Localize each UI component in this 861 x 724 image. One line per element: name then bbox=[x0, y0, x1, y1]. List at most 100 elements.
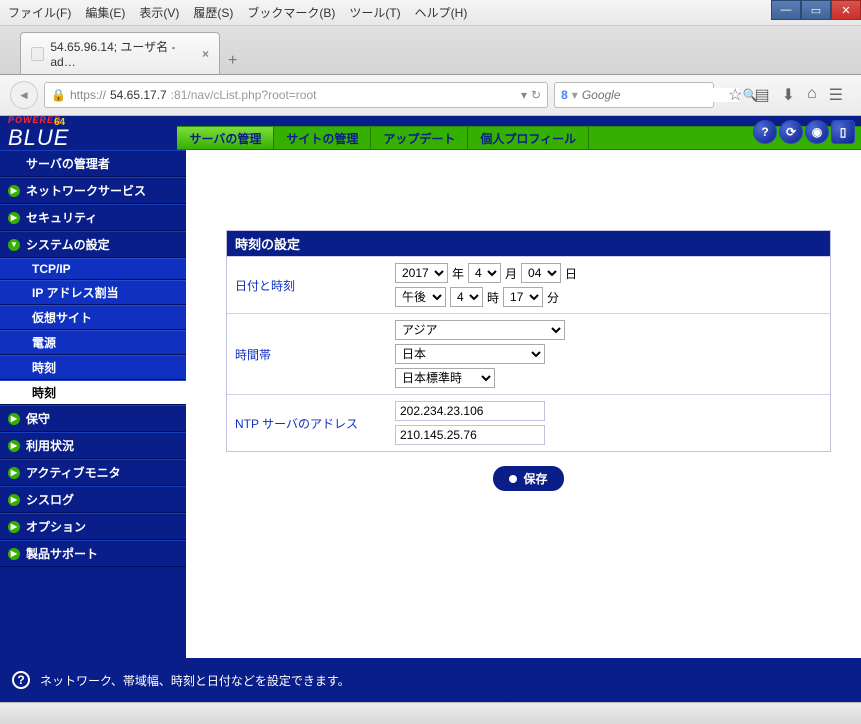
back-button[interactable]: ◄ bbox=[10, 81, 38, 109]
month-suffix: 月 bbox=[505, 265, 517, 282]
help-icon[interactable]: ? bbox=[753, 120, 777, 144]
url-input[interactable] bbox=[171, 88, 517, 102]
save-label: 保存 bbox=[523, 470, 547, 487]
chevron-right-icon: ▶ bbox=[8, 548, 20, 560]
status-text: ネットワーク、帯域幅、時刻と日付などを設定できます。 bbox=[40, 672, 350, 689]
lock-icon: 🔒 bbox=[51, 88, 66, 102]
window-maximize-button[interactable]: ▭ bbox=[801, 0, 831, 20]
sidebar-item-server-admin[interactable]: サーバの管理者 bbox=[0, 150, 186, 177]
day-suffix: 日 bbox=[565, 265, 577, 282]
chevron-right-icon: ▶ bbox=[8, 212, 20, 224]
sidebar-item-support[interactable]: ▶製品サポート bbox=[0, 540, 186, 567]
tab-profile[interactable]: 個人プロフィール bbox=[468, 127, 589, 149]
year-select[interactable]: 2017 bbox=[395, 263, 448, 283]
bookmark-star-icon[interactable]: ☆ bbox=[728, 85, 742, 105]
dropdown-icon[interactable]: ▾ bbox=[521, 88, 527, 102]
sidebar-sub-ip-assign[interactable]: IP アドレス割当 bbox=[0, 280, 186, 305]
menu-tools[interactable]: ツール(T) bbox=[349, 4, 400, 21]
sidebar-sub-tcpip[interactable]: TCP/IP bbox=[0, 258, 186, 280]
sidebar-sub-time-active[interactable]: 時刻 bbox=[0, 380, 186, 405]
sidebar-item-security[interactable]: ▶セキュリティ bbox=[0, 204, 186, 231]
chevron-down-icon: ▼ bbox=[8, 239, 20, 251]
tab-favicon bbox=[31, 47, 44, 61]
google-icon: 8 bbox=[561, 88, 568, 102]
browser-tab-strip: 54.65.96.14; ユーザ名 - ad… × + bbox=[0, 26, 861, 75]
sidebar-item-syslog[interactable]: ▶シスログ bbox=[0, 486, 186, 513]
url-scheme: https:// bbox=[70, 88, 106, 102]
downloads-icon[interactable]: ⬇ bbox=[782, 85, 795, 105]
ntp-server-1[interactable]: 202.234.23.106 bbox=[395, 401, 545, 421]
label-datetime: 日付と時刻 bbox=[227, 257, 387, 313]
app-frame: POWERED BLUE 64 サーバの管理 サイトの管理 アップデート 個人プ… bbox=[0, 116, 861, 702]
browser-nav-toolbar: ◄ 🔒 https:// 54.65.17.7 ▾ ↻ 8 ▾ 🔍 ☆ ▤ ⬇ … bbox=[0, 75, 861, 116]
logo-blue-text: BLUE bbox=[8, 125, 69, 151]
sidebar-sub-power[interactable]: 電源 bbox=[0, 330, 186, 355]
browser-tab[interactable]: 54.65.96.14; ユーザ名 - ad… × bbox=[20, 32, 220, 74]
chevron-right-icon: ▶ bbox=[8, 521, 20, 533]
sidebar-item-network[interactable]: ▶ネットワークサービス bbox=[0, 177, 186, 204]
label-timezone: 時間帯 bbox=[227, 314, 387, 394]
window-close-button[interactable]: ✕ bbox=[831, 0, 861, 20]
hour-select[interactable]: 4 bbox=[450, 287, 483, 307]
year-suffix: 年 bbox=[452, 265, 464, 282]
menu-file[interactable]: ファイル(F) bbox=[8, 4, 71, 21]
url-bar[interactable]: 🔒 https:// 54.65.17.7 ▾ ↻ bbox=[44, 82, 548, 108]
search-box[interactable]: 8 ▾ 🔍 bbox=[554, 82, 714, 108]
minute-suffix: 分 bbox=[547, 289, 559, 306]
ntp-server-2[interactable]: 210.145.25.76 bbox=[395, 425, 545, 445]
view-icon[interactable]: ◉ bbox=[805, 120, 829, 144]
chevron-right-icon: ▶ bbox=[8, 440, 20, 452]
menu-history[interactable]: 履歴(S) bbox=[193, 4, 233, 21]
window-minimize-button[interactable]: — bbox=[771, 0, 801, 20]
logout-icon[interactable]: ▯ bbox=[831, 120, 855, 144]
hour-suffix: 時 bbox=[487, 289, 499, 306]
ampm-select[interactable]: 午後 bbox=[395, 287, 446, 307]
tab-site-admin[interactable]: サイトの管理 bbox=[274, 127, 371, 149]
app-header: POWERED BLUE 64 サーバの管理 サイトの管理 アップデート 個人プ… bbox=[0, 116, 861, 150]
url-host: 54.65.17.7 bbox=[110, 88, 167, 102]
tab-title: 54.65.96.14; ユーザ名 - ad… bbox=[50, 38, 196, 69]
sidebar-item-options[interactable]: ▶オプション bbox=[0, 513, 186, 540]
chevron-right-icon: ▶ bbox=[8, 494, 20, 506]
tab-update[interactable]: アップデート bbox=[371, 127, 468, 149]
panel-title: 時刻の設定 bbox=[227, 231, 830, 256]
browser-bottom-chrome bbox=[0, 702, 861, 724]
sidebar-item-usage[interactable]: ▶利用状況 bbox=[0, 432, 186, 459]
sidebar-item-system[interactable]: ▼システムの設定 bbox=[0, 231, 186, 258]
menu-view[interactable]: 表示(V) bbox=[139, 4, 179, 21]
chevron-right-icon: ▶ bbox=[8, 185, 20, 197]
search-input[interactable] bbox=[582, 88, 739, 102]
status-help-icon[interactable]: ? bbox=[12, 671, 30, 689]
content-area: 時刻の設定 日付と時刻 2017 年 4 月 04 日 午後 bbox=[186, 150, 861, 658]
menu-edit[interactable]: 編集(E) bbox=[85, 4, 125, 21]
month-select[interactable]: 4 bbox=[468, 263, 501, 283]
new-tab-button[interactable]: + bbox=[220, 48, 245, 74]
sidebar-sub-virtual-site[interactable]: 仮想サイト bbox=[0, 305, 186, 330]
tab-server-admin[interactable]: サーバの管理 bbox=[177, 127, 274, 149]
day-select[interactable]: 04 bbox=[521, 263, 561, 283]
search-separator: ▾ bbox=[572, 88, 578, 102]
browser-menu-bar: ファイル(F) 編集(E) 表示(V) 履歴(S) ブックマーク(B) ツール(… bbox=[0, 0, 861, 26]
tz-select[interactable]: 日本標準時 bbox=[395, 368, 495, 388]
menu-help[interactable]: ヘルプ(H) bbox=[415, 4, 468, 21]
status-bar: ? ネットワーク、帯域幅、時刻と日付などを設定できます。 bbox=[0, 658, 861, 702]
region-select[interactable]: アジア bbox=[395, 320, 565, 340]
menu-bookmarks[interactable]: ブックマーク(B) bbox=[247, 4, 335, 21]
minute-select[interactable]: 17 bbox=[503, 287, 543, 307]
save-dot-icon bbox=[509, 475, 517, 483]
sidebar-sub-time-parent[interactable]: 時刻 bbox=[0, 355, 186, 380]
refresh-app-icon[interactable]: ⟳ bbox=[779, 120, 803, 144]
save-button[interactable]: 保存 bbox=[493, 466, 563, 491]
tab-close-icon[interactable]: × bbox=[202, 47, 209, 61]
logo-64-text: 64 bbox=[54, 117, 65, 128]
sidebar-item-active-monitor[interactable]: ▶アクティブモニタ bbox=[0, 459, 186, 486]
hamburger-menu-icon[interactable]: ☰ bbox=[829, 85, 843, 105]
country-select[interactable]: 日本 bbox=[395, 344, 545, 364]
sidebar-item-maintenance[interactable]: ▶保守 bbox=[0, 405, 186, 432]
home-icon[interactable]: ⌂ bbox=[807, 85, 817, 105]
reload-icon[interactable]: ↻ bbox=[531, 88, 541, 102]
chevron-right-icon: ▶ bbox=[8, 413, 20, 425]
reading-list-icon[interactable]: ▤ bbox=[754, 85, 769, 105]
time-settings-panel: 時刻の設定 日付と時刻 2017 年 4 月 04 日 午後 bbox=[226, 230, 831, 452]
label-ntp: NTP サーバのアドレス bbox=[227, 395, 387, 451]
